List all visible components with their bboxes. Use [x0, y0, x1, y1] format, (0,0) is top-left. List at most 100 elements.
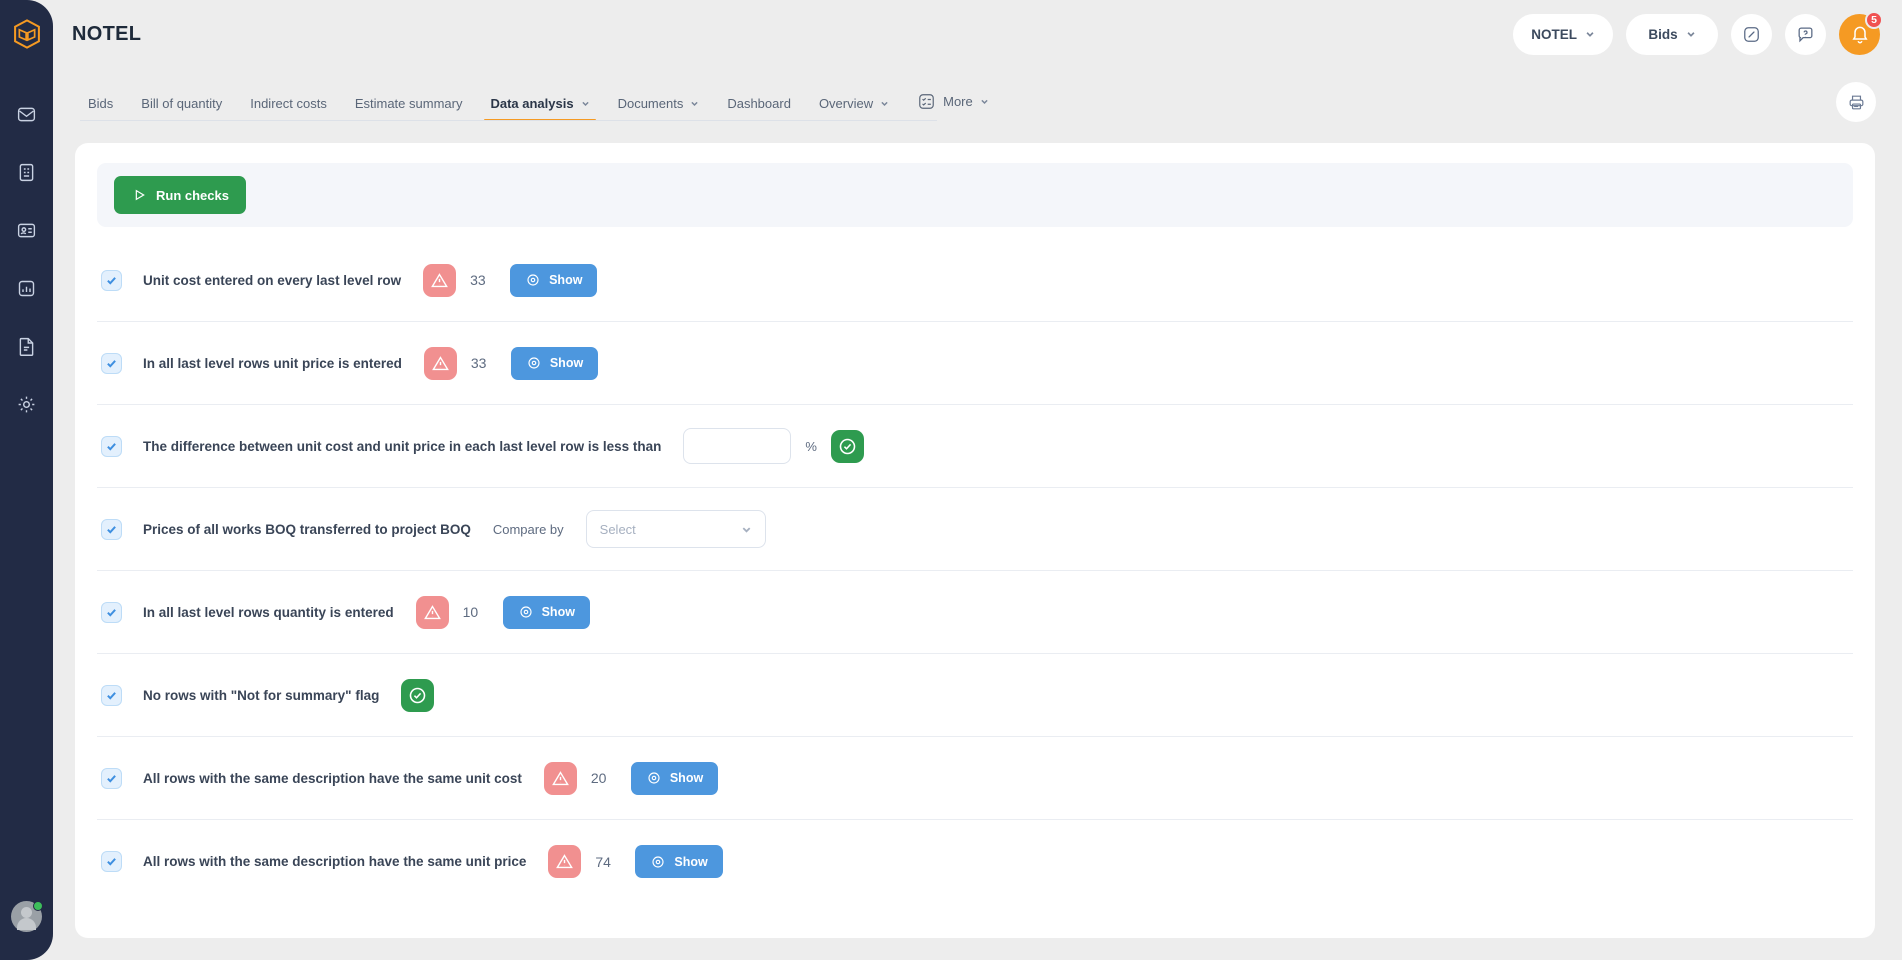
check-checkbox[interactable]	[101, 435, 122, 457]
org-selector-label: NOTEL	[1531, 26, 1577, 42]
printer-icon	[1849, 95, 1863, 109]
help-button[interactable]	[1785, 13, 1826, 55]
tab-more[interactable]: More	[903, 92, 1003, 121]
tab-bill-of-quantity[interactable]: Bill of quantity	[127, 96, 236, 121]
check-row: All rows with the same description have …	[97, 737, 1853, 820]
check-checkbox[interactable]	[101, 352, 122, 374]
notifications-button[interactable]: 5	[1839, 10, 1883, 55]
tab-label: Bill of quantity	[141, 96, 223, 111]
checkmark-icon	[107, 774, 116, 783]
show-button-label: Show	[549, 356, 584, 370]
left-sidebar	[0, 0, 53, 960]
check-label: All rows with the same description have …	[143, 854, 527, 869]
show-button-label: Show	[674, 854, 708, 869]
tab-estimate-summary[interactable]: Estimate summary	[341, 96, 477, 121]
checkmark-icon	[107, 691, 116, 700]
help-chat-icon	[1798, 27, 1813, 42]
percent-threshold-input[interactable]	[683, 428, 792, 464]
tab-indirect-costs[interactable]: Indirect costs	[236, 96, 341, 121]
warning-triangle-icon	[556, 854, 574, 869]
check-row: In all last level rows quantity is enter…	[97, 571, 1853, 654]
avatar[interactable]	[11, 901, 43, 932]
run-checks-label: Run checks	[156, 187, 229, 203]
tab-label: More	[943, 94, 973, 109]
check-circle-icon	[839, 438, 856, 454]
analytics-chart-icon[interactable]	[15, 276, 39, 300]
tab-bids[interactable]: Bids	[80, 96, 127, 121]
chevron-down-icon	[581, 101, 589, 107]
check-checkbox[interactable]	[101, 269, 122, 291]
compare-by-select[interactable]: Select	[585, 510, 766, 548]
cube-logo-icon[interactable]	[7, 14, 47, 54]
check-row: In all last level rows unit price is ent…	[97, 322, 1853, 405]
issue-count: 74	[595, 853, 611, 870]
chevron-down-icon	[881, 101, 888, 107]
tab-label: Indirect costs	[250, 96, 327, 111]
show-button[interactable]: Show	[630, 761, 719, 795]
chevron-down-icon	[1687, 32, 1695, 37]
show-button[interactable]: Show	[510, 263, 598, 297]
show-button[interactable]: Show	[502, 595, 590, 629]
check-label: All rows with the same description have …	[143, 770, 522, 786]
section-selector[interactable]: Bids	[1626, 13, 1718, 55]
check-checkbox[interactable]	[101, 601, 122, 623]
tab-documents[interactable]: Documents	[604, 96, 714, 121]
status-badge	[423, 346, 457, 380]
chevron-down-icon	[742, 526, 751, 533]
online-status-dot	[33, 901, 43, 911]
check-circle-icon	[410, 687, 426, 703]
eye-target-icon	[648, 772, 660, 784]
tab-label: Documents	[617, 96, 684, 111]
main-tab-bar: Bids Bill of quantity Indirect costs Est…	[53, 88, 1902, 121]
expand-arrows-icon	[1744, 26, 1759, 42]
eye-target-icon	[528, 357, 540, 369]
check-row: All rows with the same description have …	[97, 820, 1853, 903]
check-checkbox[interactable]	[101, 684, 122, 706]
status-badge	[830, 429, 864, 463]
check-row: Unit cost entered on every last level ro…	[97, 239, 1853, 322]
play-icon	[135, 189, 145, 201]
check-label: The difference between unit cost and uni…	[143, 438, 662, 454]
chevron-down-icon	[981, 99, 988, 105]
checkmark-icon	[107, 608, 116, 617]
checks-toolbar: Run checks	[97, 163, 1853, 227]
document-icon[interactable]	[15, 334, 39, 358]
print-button[interactable]	[1836, 82, 1876, 122]
warning-triangle-icon	[431, 355, 449, 370]
status-badge	[423, 263, 457, 297]
check-checkbox[interactable]	[101, 767, 122, 789]
org-selector[interactable]: NOTEL	[1513, 13, 1613, 55]
tab-dashboard[interactable]: Dashboard	[713, 96, 805, 121]
tab-label: Overview	[818, 96, 874, 111]
data-analysis-card: Run checks Unit cost entered on every la…	[75, 143, 1875, 938]
show-button-label: Show	[669, 771, 704, 785]
section-selector-label: Bids	[1648, 26, 1678, 42]
warning-triangle-icon	[551, 770, 569, 785]
tab-label: Bids	[88, 96, 114, 111]
mail-icon[interactable]	[15, 102, 39, 126]
tab-data-analysis[interactable]: Data analysis	[476, 96, 603, 121]
show-button[interactable]: Show	[635, 845, 723, 878]
check-checkbox[interactable]	[101, 851, 122, 872]
check-row: No rows with "Not for summary" flag	[97, 654, 1853, 737]
tab-overview[interactable]: Overview	[805, 96, 903, 121]
show-button-label: Show	[541, 605, 575, 619]
issue-count: 20	[590, 770, 607, 786]
status-badge	[548, 845, 582, 878]
eye-target-icon	[652, 855, 664, 868]
expand-button[interactable]	[1731, 13, 1772, 55]
bell-icon	[1851, 26, 1868, 44]
issue-count: 10	[462, 604, 479, 620]
check-checkbox[interactable]	[101, 518, 122, 540]
status-badge	[415, 595, 449, 629]
chevron-down-icon	[1586, 32, 1594, 37]
show-button-label: Show	[549, 273, 583, 287]
show-button[interactable]: Show	[510, 346, 599, 380]
percent-sign-label: %	[805, 438, 817, 454]
contact-card-icon[interactable]	[15, 218, 39, 242]
run-checks-button[interactable]: Run checks	[114, 176, 246, 214]
notification-count-badge: 5	[1865, 10, 1883, 29]
checkmark-icon	[107, 858, 116, 866]
building-icon[interactable]	[15, 160, 39, 184]
gear-icon[interactable]	[15, 392, 39, 416]
